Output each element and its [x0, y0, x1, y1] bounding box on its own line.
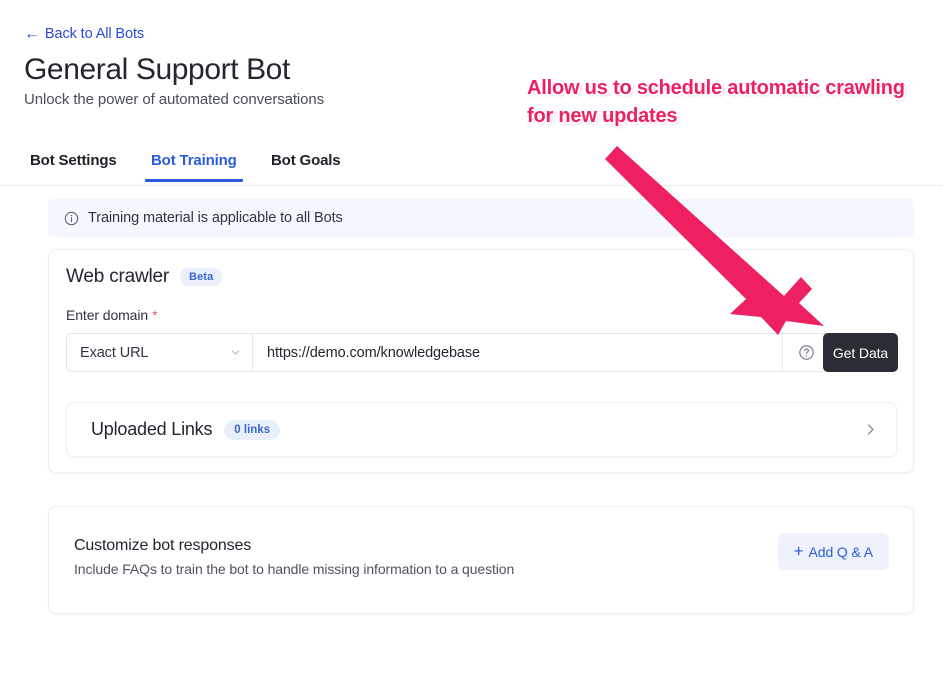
- domain-input-row: Exact URL: [66, 333, 831, 372]
- enter-domain-label-text: Enter domain: [66, 307, 149, 323]
- arrow-left-icon: ←: [24, 25, 40, 43]
- uploaded-links-left: Uploaded Links 0 links: [91, 419, 281, 440]
- uploaded-links-row[interactable]: Uploaded Links 0 links: [66, 402, 897, 457]
- chevron-right-icon[interactable]: [863, 422, 878, 437]
- tab-bot-training[interactable]: Bot Training: [145, 150, 243, 182]
- customize-responses-title: Customize bot responses: [74, 537, 252, 554]
- web-crawler-header: Web crawler Beta: [66, 266, 223, 288]
- back-to-all-bots-link[interactable]: ← Back to All Bots: [24, 26, 144, 42]
- customize-responses-card: Customize bot responses Include FAQs to …: [48, 506, 914, 614]
- bot-training-page: ← Back to All Bots General Support Bot U…: [0, 0, 943, 674]
- web-crawler-card: Web crawler Beta Enter domain * Exact URL: [48, 249, 914, 473]
- page-title: General Support Bot: [24, 53, 290, 86]
- chevron-down-icon: [231, 350, 240, 355]
- question-circle-icon: [799, 345, 814, 360]
- enter-domain-label: Enter domain *: [66, 307, 158, 323]
- add-qa-button-label: Add Q & A: [808, 543, 874, 560]
- get-data-button[interactable]: Get Data: [823, 333, 898, 372]
- add-qa-button[interactable]: + Add Q & A: [777, 533, 889, 570]
- back-link-label: Back to All Bots: [44, 26, 145, 42]
- page-subtitle: Unlock the power of automated conversati…: [24, 91, 325, 108]
- uploaded-links-title: Uploaded Links: [91, 419, 213, 439]
- domain-url-input[interactable]: [253, 334, 782, 371]
- tab-bot-settings[interactable]: Bot Settings: [24, 150, 123, 182]
- tab-bot-goals[interactable]: Bot Goals: [265, 150, 347, 182]
- info-banner: Training material is applicable to all B…: [48, 199, 914, 237]
- plus-icon: +: [793, 541, 804, 561]
- url-type-select[interactable]: Exact URL: [67, 334, 253, 371]
- info-circle-icon: [64, 211, 79, 225]
- beta-badge: Beta: [180, 268, 223, 286]
- url-type-select-value: Exact URL: [80, 344, 149, 361]
- customize-responses-subtitle: Include FAQs to train the bot to handle …: [74, 561, 515, 577]
- required-marker: *: [152, 307, 158, 323]
- info-banner-text: Training material is applicable to all B…: [88, 210, 343, 226]
- tab-bar: Bot Settings Bot Training Bot Goals: [0, 150, 943, 186]
- annotation-text: Allow us to schedule automatic crawling …: [527, 77, 905, 127]
- uploaded-links-count-badge: 0 links: [224, 419, 281, 440]
- web-crawler-title: Web crawler: [66, 266, 170, 287]
